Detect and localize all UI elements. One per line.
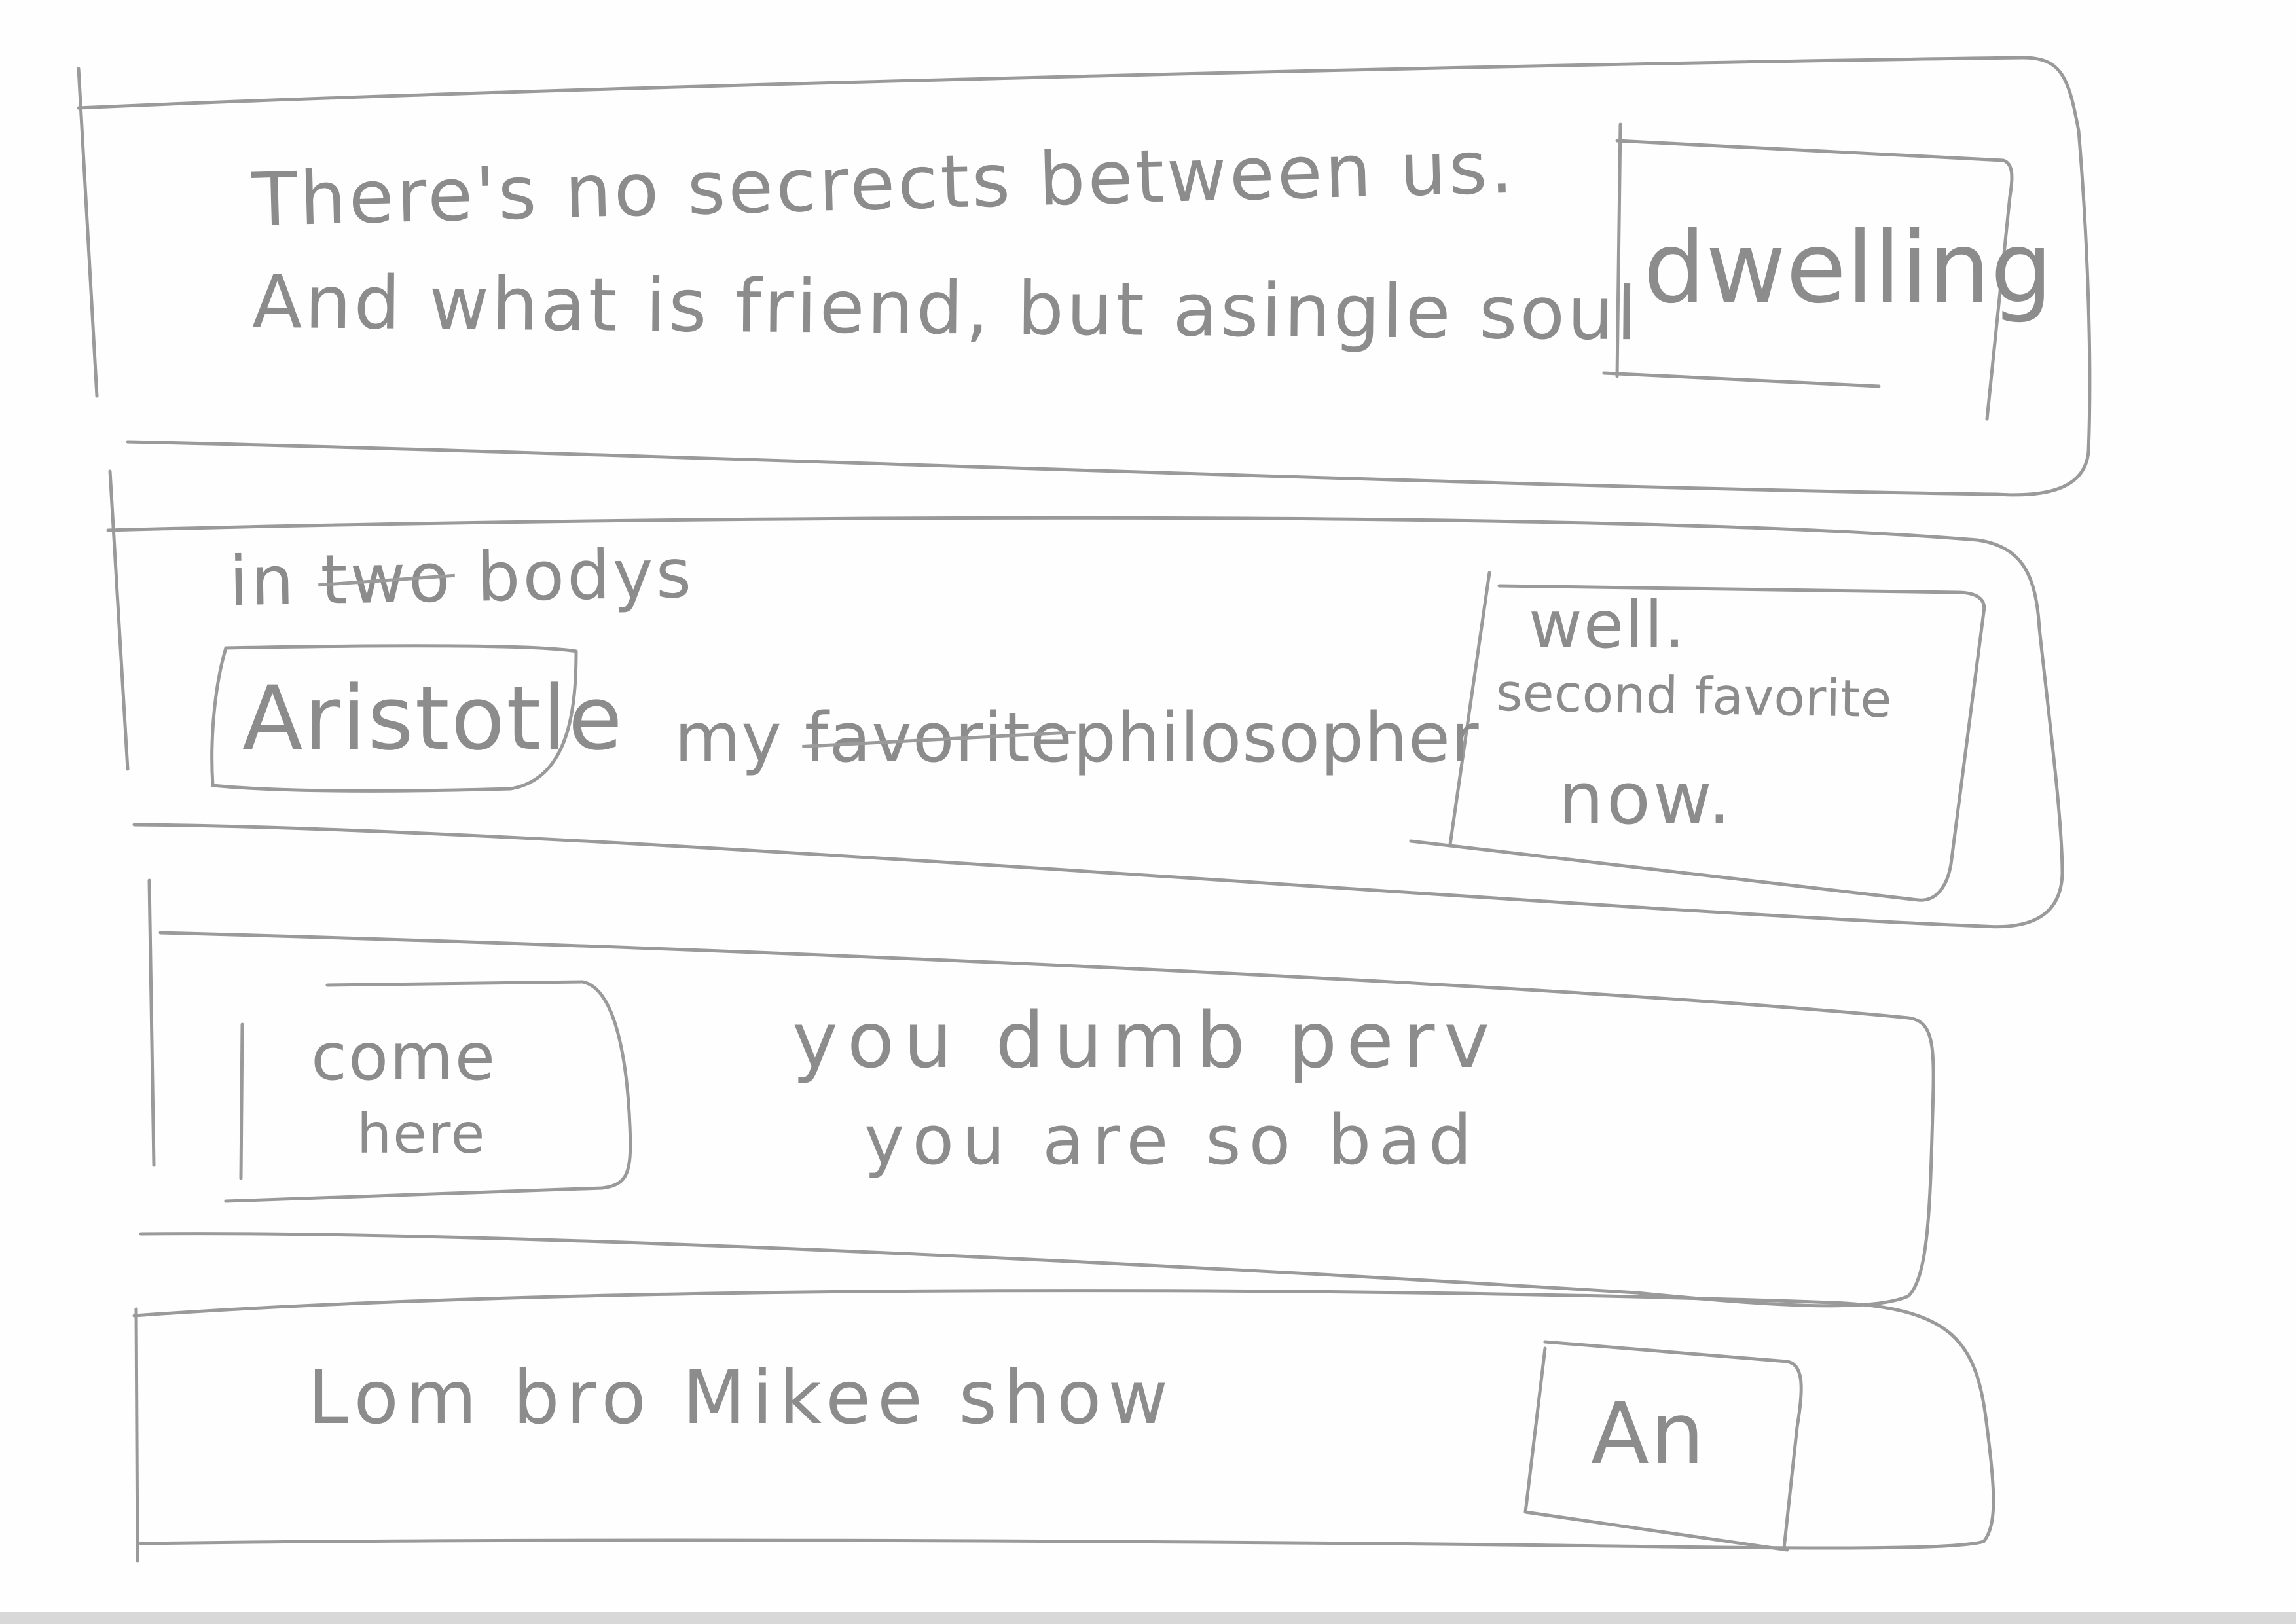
panel-2-line-2-suffix: philosopher bbox=[1072, 698, 1480, 778]
note-line-1: well. bbox=[1529, 586, 1686, 663]
come-here-box-line-1: come bbox=[311, 1019, 497, 1095]
panel-1-left-edge bbox=[77, 67, 99, 398]
panel-2-line-1-struck: two bbox=[319, 537, 454, 620]
panel-2-line-1-prefix: in bbox=[228, 540, 297, 622]
panel-4-line-1: Lom bro Mikee show bbox=[308, 1356, 1175, 1441]
sketch-sheet: There's no secrects between us. And what… bbox=[0, 0, 2296, 1624]
panel-3-left-edge bbox=[147, 878, 156, 1167]
scan-bottom-edge bbox=[0, 1612, 2296, 1624]
an-box-label: An bbox=[1591, 1384, 1706, 1483]
panel-4-left-edge bbox=[134, 1307, 139, 1563]
aristotle-box-label: Aristotle bbox=[242, 667, 624, 770]
panel-2-line-2-struck: favorite bbox=[804, 698, 1073, 778]
panel-2-left-edge bbox=[108, 469, 130, 771]
panel-3-line-1: you dumb perv bbox=[792, 995, 1499, 1085]
panel-1-line-2: And what is friend, but asingle soul bbox=[251, 259, 1640, 357]
note-line-2: second favorite bbox=[1495, 663, 1893, 730]
panel-2-line-1-suffix: bodys bbox=[476, 533, 695, 617]
come-here-box-line-2: here bbox=[357, 1102, 486, 1166]
panel-1-box-label: dwelling bbox=[1643, 211, 2053, 325]
panel-3-line-2: you are so bad bbox=[864, 1100, 1480, 1180]
note-box-outline bbox=[1409, 571, 1986, 902]
panel-2-line-2-prefix: my bbox=[674, 698, 782, 778]
note-line-3: now. bbox=[1558, 757, 1734, 840]
panel-2-line-2: my favoritephilosopher bbox=[674, 704, 1480, 772]
panel-2-line-1: in two bodys bbox=[228, 533, 695, 621]
